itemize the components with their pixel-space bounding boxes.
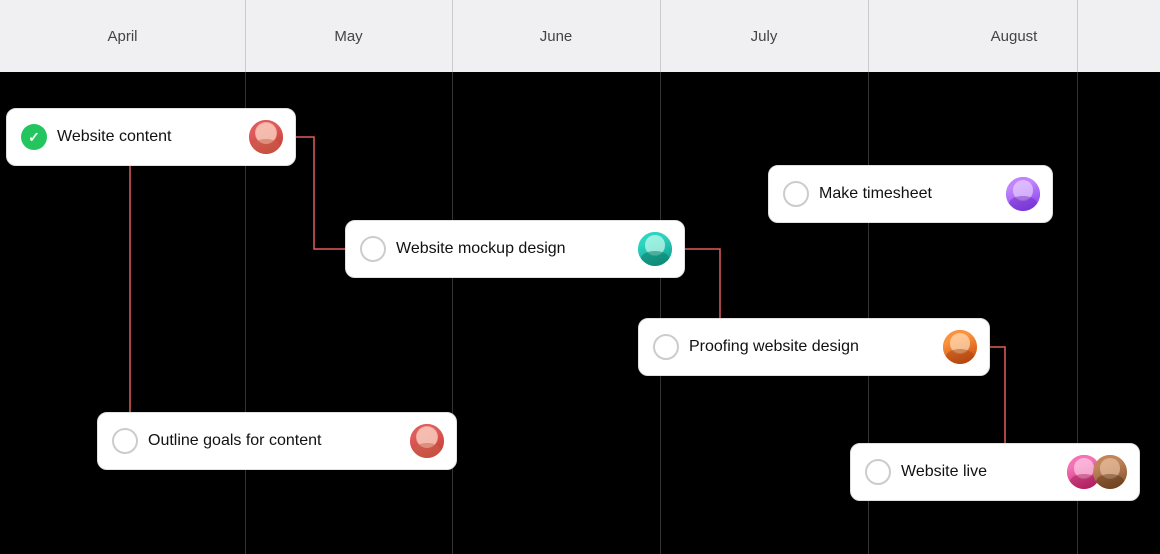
avatar (247, 118, 285, 156)
vline-header-1 (245, 0, 246, 72)
month-june: June (452, 0, 660, 72)
vline-2 (452, 72, 453, 554)
task-label: Outline goals for content (148, 432, 398, 450)
task-label: Website live (901, 463, 1055, 481)
avatar (941, 328, 979, 366)
avatar-2 (1091, 453, 1129, 491)
task-website-live[interactable]: Website live (850, 443, 1140, 501)
pending-icon (653, 334, 679, 360)
vline-header-4 (868, 0, 869, 72)
task-label: Website mockup design (396, 240, 626, 258)
month-august: August (868, 0, 1160, 72)
pending-icon (360, 236, 386, 262)
vline-header-3 (660, 0, 661, 72)
avatar (408, 422, 446, 460)
task-label: Proofing website design (689, 338, 931, 356)
avatar (636, 230, 674, 268)
task-label: Make timesheet (819, 185, 994, 203)
pending-icon (783, 181, 809, 207)
month-may: May (245, 0, 452, 72)
vline-header-5 (1077, 0, 1078, 72)
task-website-mockup[interactable]: Website mockup design (345, 220, 685, 278)
task-make-timesheet[interactable]: Make timesheet (768, 165, 1053, 223)
task-proofing-design[interactable]: Proofing website design (638, 318, 990, 376)
task-website-content[interactable]: ✓ Website content (6, 108, 296, 166)
month-april: April (0, 0, 245, 72)
month-july: July (660, 0, 868, 72)
completed-icon: ✓ (21, 124, 47, 150)
vline-3 (660, 72, 661, 554)
task-outline-goals[interactable]: Outline goals for content (97, 412, 457, 470)
pending-icon (112, 428, 138, 454)
task-label: Website content (57, 128, 237, 146)
timeline-container: April May June July August ✓ Website con… (0, 0, 1160, 554)
avatar (1004, 175, 1042, 213)
vline-header-2 (452, 0, 453, 72)
pending-icon (865, 459, 891, 485)
avatar-pair (1065, 453, 1129, 491)
